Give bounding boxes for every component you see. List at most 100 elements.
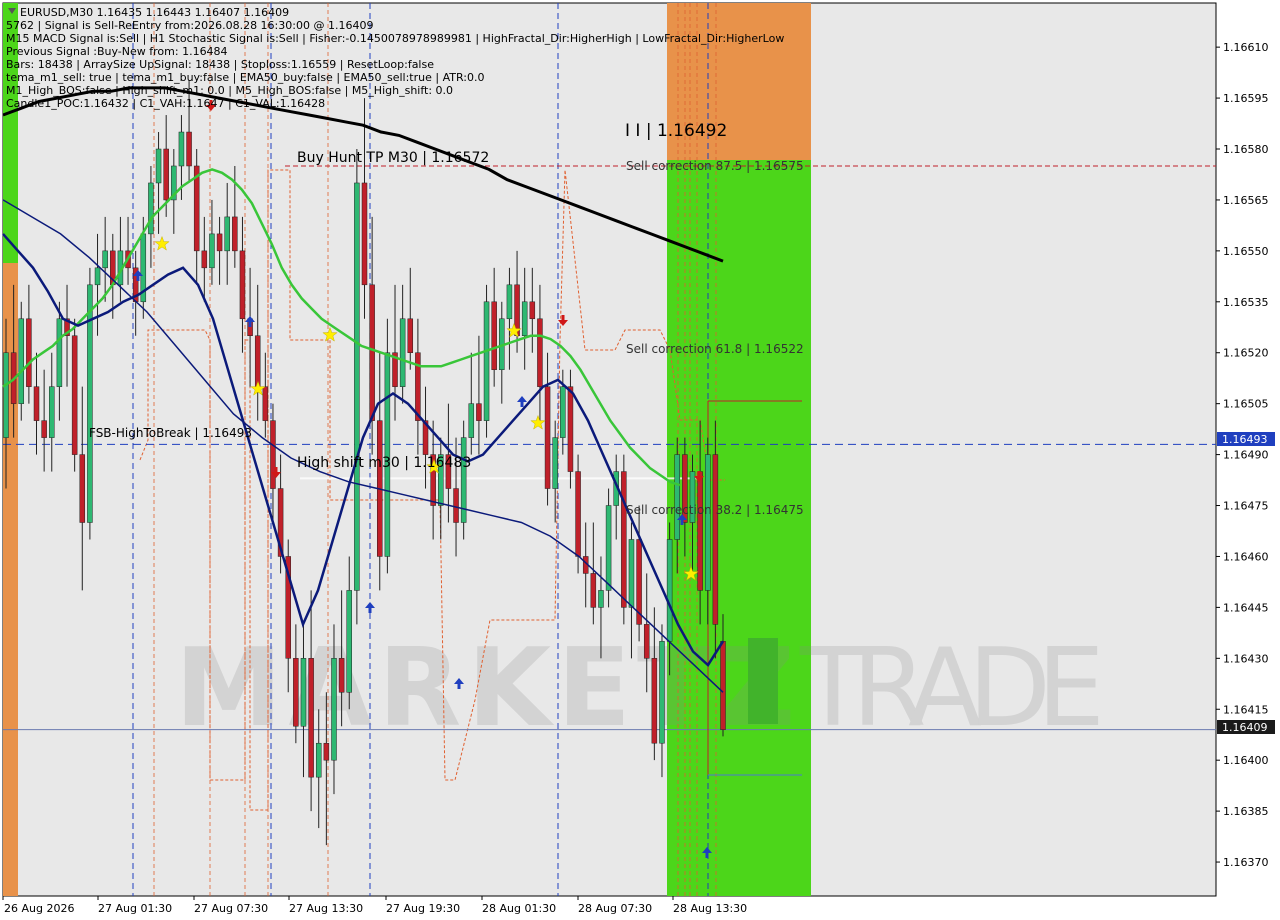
sell-618-label: Sell correction 61.8 | 1.16522	[626, 342, 804, 356]
info-line-4: Bars: 18438 | ArraySize UpSignal: 18438 …	[6, 58, 434, 71]
candle-body	[720, 641, 726, 730]
price-chart: MARKETZ TRADE Buy Hunt TP M30 | 1.16572 …	[2, 2, 1275, 915]
y-tick-label: 1.16385	[1223, 805, 1269, 818]
candle-body	[239, 250, 246, 320]
info-line-2: M15 MACD Signal is:Sell | H1 Stochastic …	[6, 32, 784, 45]
y-tick-label: 1.16460	[1223, 550, 1269, 563]
candle-body	[254, 335, 261, 387]
candle-body	[598, 590, 604, 608]
x-tick-label: 28 Aug 07:30	[578, 902, 652, 915]
x-tick-label: 26 Aug 2026	[4, 902, 74, 915]
candle-body	[18, 318, 25, 404]
candle-body	[232, 216, 238, 252]
x-tick-label: 27 Aug 19:30	[386, 902, 460, 915]
candle-body	[56, 318, 63, 387]
candle-body	[468, 403, 475, 438]
candle-body	[293, 658, 299, 727]
candle-body	[308, 658, 314, 778]
watermark-bar	[748, 638, 778, 724]
candle-body	[537, 318, 543, 387]
y-tick-label: 1.16535	[1223, 296, 1269, 309]
fsb-price-text: 1.16493	[1222, 433, 1268, 446]
fsb-price-box: 1.16493	[1217, 432, 1275, 446]
candle-body	[178, 131, 185, 167]
candle-body	[643, 624, 650, 659]
candle-body	[628, 539, 635, 608]
candle-body	[704, 454, 711, 591]
candle-body	[262, 386, 269, 421]
y-axis: 1.16610 1.16595 1.16580 1.16565 1.16550 1.165…	[1216, 41, 1269, 869]
candle-body	[300, 658, 307, 727]
candle-body	[560, 386, 566, 438]
candle-body	[71, 335, 78, 455]
x-tick-label: 28 Aug 01:30	[482, 902, 556, 915]
candle-body	[201, 250, 208, 269]
y-tick-label: 1.16445	[1223, 601, 1269, 614]
candle-body	[33, 386, 40, 421]
candle-body	[407, 318, 414, 353]
candle-body	[49, 386, 55, 438]
candle-body	[186, 131, 192, 167]
candle-body	[361, 182, 368, 286]
candle-body	[415, 352, 421, 421]
x-tick-label: 27 Aug 13:30	[289, 902, 363, 915]
current-price-text: 1.16409	[1222, 721, 1268, 734]
candle-body	[323, 742, 330, 761]
x-tick-label: 27 Aug 07:30	[194, 902, 268, 915]
marker-label: I I | 1.16492	[625, 121, 727, 141]
candle-body	[331, 658, 337, 761]
candle-body	[3, 352, 9, 438]
y-tick-label: 1.16505	[1223, 398, 1269, 411]
high-shift-label: High shift m30 | 1.16483	[297, 455, 471, 471]
candle-body	[399, 318, 406, 387]
candle-body	[674, 454, 680, 540]
candle-body	[338, 658, 345, 693]
y-tick-label: 1.16520	[1223, 347, 1269, 360]
candle-body	[148, 182, 154, 235]
info-line-0: EURUSD,M30 1.16435 1.16443 1.16407 1.164…	[20, 6, 289, 19]
y-tick-label: 1.16610	[1223, 41, 1269, 54]
watermark-right: TRADE	[799, 626, 1105, 751]
candle-body	[346, 590, 352, 693]
candle-body	[216, 233, 223, 252]
candle-body	[605, 505, 612, 591]
x-tick-label: 28 Aug 13:30	[673, 902, 747, 915]
y-tick-label: 1.16580	[1223, 143, 1269, 156]
y-tick-label: 1.16430	[1223, 652, 1269, 665]
candle-body	[506, 284, 513, 320]
y-tick-label: 1.16565	[1223, 194, 1269, 207]
y-tick-label: 1.16550	[1223, 245, 1269, 258]
candle-body	[209, 233, 215, 269]
candle-body	[666, 539, 673, 642]
candle-body	[155, 148, 162, 184]
candle-body	[521, 301, 528, 337]
y-tick-label: 1.16475	[1223, 500, 1269, 513]
candle-body	[315, 742, 322, 778]
info-line-5: tema_m1_sell: true | tema_m1_buy:false |…	[6, 71, 484, 84]
candle-body	[26, 318, 32, 387]
fsb-label: FSB-HighToBreak | 1.16493	[89, 426, 252, 440]
candle-body	[659, 641, 665, 744]
candle-body	[552, 437, 558, 489]
candle-body	[712, 454, 719, 625]
x-tick-label: 27 Aug 01:30	[98, 902, 172, 915]
x-axis: 26 Aug 2026 27 Aug 01:30 27 Aug 07:30 27 Au…	[2, 896, 747, 915]
candle-body	[79, 454, 86, 523]
current-price-box: 1.16409	[1217, 720, 1275, 734]
candle-body	[697, 471, 703, 591]
candle-body	[369, 284, 375, 421]
candle-body	[453, 488, 459, 523]
sell-382-label: Sell correction 38.2 | 1.16475	[626, 503, 804, 517]
candle-body	[651, 658, 658, 744]
right-green-zone	[667, 160, 811, 896]
y-tick-label: 1.16595	[1223, 92, 1269, 105]
watermark: MARKETZ TRADE	[175, 626, 1105, 751]
candle-body	[102, 250, 108, 269]
sell-875-label: Sell correction 87.5 | 1.16575	[626, 159, 804, 173]
info-line-1: 5762 | Signal is Sell-ReEntry from:2026.…	[6, 19, 373, 32]
candle-body	[567, 386, 574, 472]
candle-body	[270, 420, 276, 489]
candle-body	[476, 403, 482, 421]
candle-body	[491, 301, 497, 370]
y-tick-label: 1.16370	[1223, 856, 1269, 869]
